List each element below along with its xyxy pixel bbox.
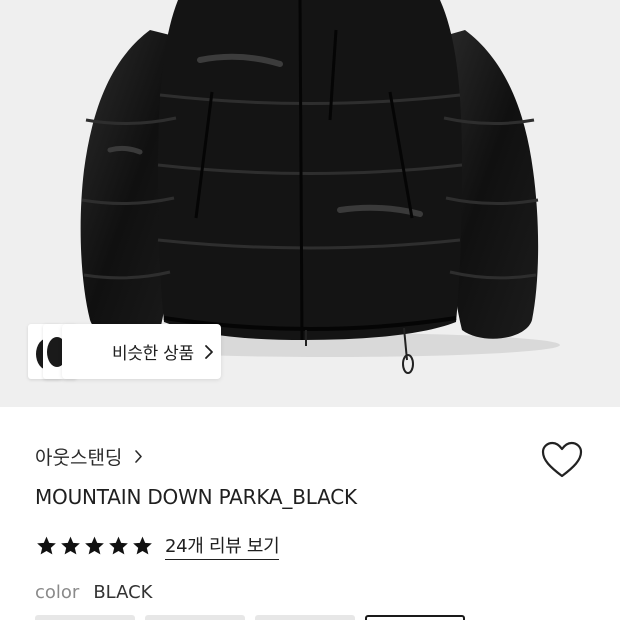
star-icon [133, 536, 152, 555]
star-icon [37, 536, 56, 555]
product-image-area[interactable]: 비슷한 상품 [0, 0, 620, 407]
star-icon [61, 536, 80, 555]
color-swatch[interactable] [255, 615, 355, 620]
product-info-section: 아웃스탠딩 MOUNTAIN DOWN PARKA_BLACK 24개 리뷰 보… [0, 407, 620, 620]
star-icon [109, 536, 128, 555]
star-icon [85, 536, 104, 555]
similar-products-button[interactable]: 비슷한 상품 [28, 324, 221, 379]
like-heart-icon[interactable] [540, 440, 584, 480]
chevron-right-icon [134, 449, 143, 464]
brand-name: 아웃스탠딩 [35, 447, 123, 469]
brand-link[interactable]: 아웃스탠딩 [35, 443, 143, 470]
similar-products-label-box: 비슷한 상품 [62, 324, 221, 379]
color-swatch-selected[interactable] [365, 615, 465, 620]
color-option: color BLACK [35, 582, 153, 603]
product-title: MOUNTAIN DOWN PARKA_BLACK [35, 485, 357, 509]
product-detail-page: 비슷한 상품 아웃스탠딩 MOUNTAIN DOWN PARKA_BLACK 2… [0, 0, 620, 620]
review-link[interactable]: 24개 리뷰 보기 [165, 532, 280, 560]
color-swatch[interactable] [35, 615, 135, 620]
color-swatches [35, 615, 620, 620]
color-swatch[interactable] [145, 615, 245, 620]
similar-products-label: 비슷한 상품 [112, 344, 194, 364]
color-option-value: BLACK [93, 582, 153, 603]
color-option-label: color [35, 582, 80, 603]
star-rating [35, 535, 154, 557]
rating-row: 24개 리뷰 보기 [35, 532, 280, 560]
chevron-right-icon [204, 344, 214, 360]
